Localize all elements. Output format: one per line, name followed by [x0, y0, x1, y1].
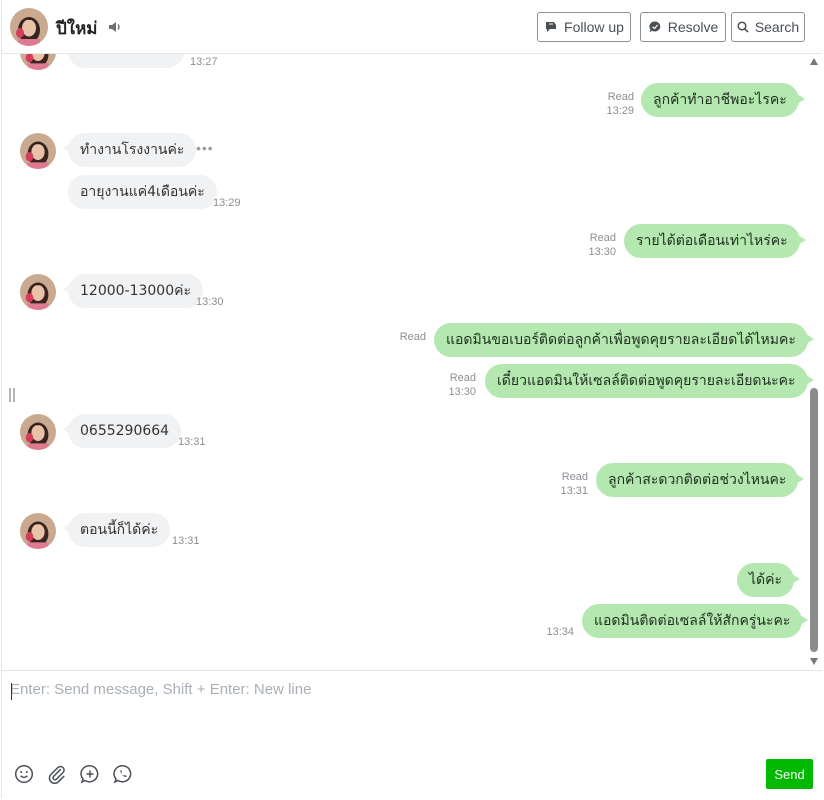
contact-avatar[interactable]	[20, 513, 56, 549]
room-name: ปีใหม่	[56, 19, 98, 39]
outgoing-message[interactable]: รายได้ต่อเดือนเท่าไหร่คะ	[624, 224, 806, 258]
outgoing-message[interactable]: แอดมินขอเบอร์ติดต่อลูกค้าเพื่อพูดคุยรายล…	[434, 323, 814, 357]
more-options-icon[interactable]: •••	[196, 140, 214, 156]
speaker-icon[interactable]	[107, 19, 123, 35]
incoming-message[interactable]	[68, 54, 184, 68]
contact-avatar[interactable]	[20, 133, 56, 169]
follow-up-button[interactable]: Follow up	[537, 12, 631, 42]
message-time: 13:30	[448, 386, 476, 398]
search-button[interactable]: Search	[731, 12, 805, 42]
contact-avatar[interactable]	[10, 8, 48, 46]
message-time: 13:27	[190, 56, 218, 68]
follow-up-icon	[544, 20, 558, 34]
outgoing-message[interactable]: ลูกค้าสะดวกติดต่อช่วงไหนคะ	[596, 463, 805, 497]
call-icon[interactable]	[112, 763, 134, 785]
read-status: Read	[449, 372, 476, 384]
outgoing-message[interactable]: แอดมินติดต่อเซลล์ให้สักครู่นะคะ	[582, 604, 809, 638]
message-time: 13:31	[178, 436, 206, 448]
read-status: Read	[589, 232, 616, 244]
read-status: Read	[561, 471, 588, 483]
resolve-button[interactable]: Resolve	[640, 12, 726, 42]
resize-handle[interactable]	[9, 388, 15, 402]
scrollbar-thumb[interactable]	[810, 388, 818, 652]
read-status: Read	[399, 331, 426, 343]
add-content-icon[interactable]	[79, 763, 101, 785]
read-status: Read	[607, 91, 634, 103]
message-composer: Send	[2, 670, 822, 798]
message-time: 13:30	[196, 296, 224, 308]
resolve-icon	[648, 20, 662, 34]
message-time: 13:29	[213, 197, 241, 209]
outgoing-message[interactable]: ได้ค่ะ	[737, 563, 801, 597]
text-caret	[11, 683, 12, 700]
message-time: 13:31	[560, 485, 588, 497]
contact-avatar[interactable]	[20, 274, 56, 310]
message-list[interactable]: 13:27 Read 13:29 ลูกค้าทำอาชีพอะไรคะ ทำง…	[2, 54, 822, 670]
contact-avatar[interactable]	[20, 414, 56, 450]
outgoing-message[interactable]: เดี๋ยวแอดมินให้เซลล์ติดต่อพูดคุยรายละเอี…	[485, 364, 813, 398]
outgoing-message[interactable]: ลูกค้าทำอาชีพอะไรคะ	[641, 83, 805, 117]
incoming-message[interactable]: ตอนนี้ก็ได้ค่ะ	[62, 513, 171, 547]
message-time: 13:31	[172, 535, 200, 547]
message-input[interactable]	[10, 681, 810, 741]
scroll-down-arrow-icon[interactable]	[810, 658, 818, 665]
incoming-message[interactable]: ทำงานโรงงานค่ะ	[62, 133, 197, 167]
incoming-message[interactable]: 12000-13000ค่ะ	[62, 274, 204, 308]
incoming-message[interactable]: อายุงานแค่4เดือนค่ะ	[68, 175, 217, 209]
chat-window: ปีใหม่ Follow up Resolve Search 13:27 Re…	[1, 0, 822, 798]
message-time: 13:30	[588, 246, 616, 258]
message-time: 13:34	[546, 626, 574, 638]
emoji-icon[interactable]	[13, 763, 35, 785]
message-time: 13:29	[606, 105, 634, 117]
scroll-up-arrow-icon[interactable]	[810, 58, 818, 65]
attachment-icon[interactable]	[46, 763, 68, 785]
scrollbar[interactable]	[808, 54, 820, 670]
incoming-message[interactable]: 0655290664	[62, 414, 182, 448]
search-icon	[737, 21, 749, 33]
send-button[interactable]: Send	[766, 759, 813, 789]
contact-avatar[interactable]	[20, 54, 56, 70]
chat-header: ปีใหม่ Follow up Resolve Search	[2, 0, 822, 54]
